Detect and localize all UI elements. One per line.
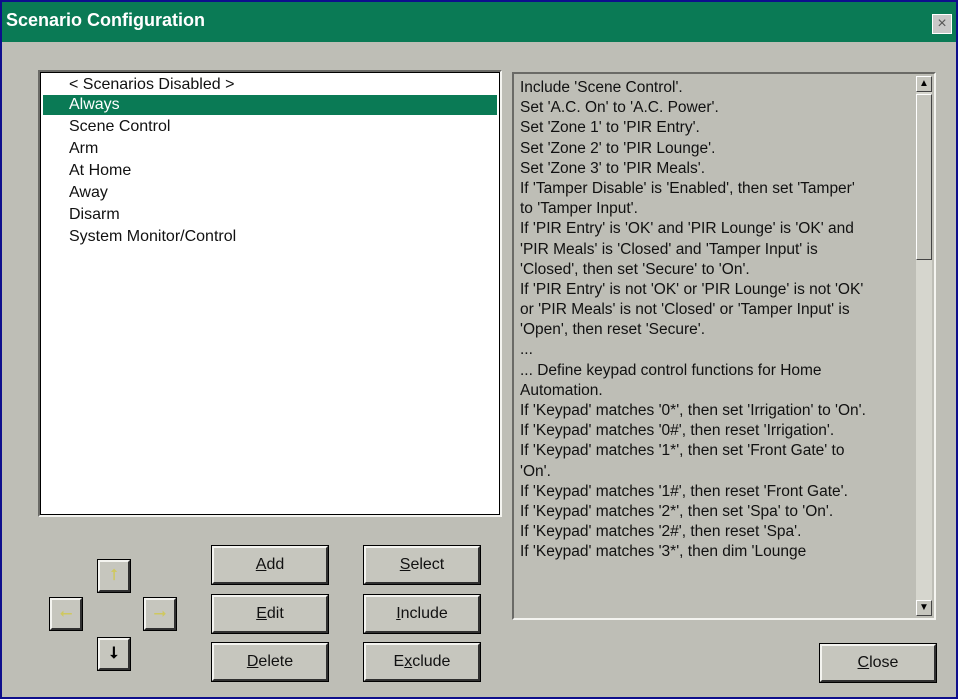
script-line: or 'PIR Meals' is not 'Closed' or 'Tampe… — [520, 301, 850, 319]
script-line: Set 'Zone 1' to 'PIR Entry'. — [520, 119, 700, 137]
script-line: 'Closed', then set 'Secure' to 'On'. — [520, 260, 750, 278]
script-line: If 'Keypad' matches '2#', then reset 'Sp… — [520, 523, 802, 541]
scenario-script-text[interactable]: Include 'Scene Control'. Set 'A.C. On' to… — [512, 72, 936, 620]
move-up-arrow-button[interactable]: ⭡ — [97, 559, 131, 593]
script-line: If 'Keypad' matches '0#', then reset 'Ir… — [520, 422, 835, 440]
script-line: If 'Keypad' matches '1#', then reset 'Fr… — [520, 482, 848, 500]
script-line: ... — [520, 341, 533, 359]
vertical-scrollbar[interactable]: ▲ ▼ — [916, 76, 932, 616]
scroll-down-icon[interactable]: ▼ — [916, 600, 932, 616]
list-item-at-home[interactable]: At Home — [43, 161, 497, 181]
list-item-system-monitor-control[interactable]: System Monitor/Control — [43, 227, 497, 247]
script-line: If 'Tamper Disable' is 'Enabled', then s… — [520, 179, 855, 197]
list-item-scenarios-disabled[interactable]: < Scenarios Disabled > — [43, 75, 497, 95]
select-button[interactable]: Select — [363, 545, 481, 585]
script-line: If 'Keypad' matches '2*', then set 'Spa'… — [520, 502, 834, 520]
move-down-arrow-button[interactable]: ⭣ — [97, 637, 131, 671]
script-line: Automation. — [520, 381, 603, 399]
scroll-thumb[interactable] — [916, 94, 932, 260]
script-line: If 'Keypad' matches '3*', then dim 'Loun… — [520, 543, 807, 561]
scenario-list[interactable]: < Scenarios Disabled > Always Scene Cont… — [38, 70, 502, 517]
script-line: 'PIR Meals' is 'Closed' and 'Tamper Inpu… — [520, 240, 818, 258]
script-line: to 'Tamper Input'. — [520, 200, 638, 218]
delete-button[interactable]: Delete — [211, 642, 329, 682]
list-item-always[interactable]: Always — [43, 95, 497, 115]
script-line: 'On'. — [520, 462, 551, 480]
exclude-button[interactable]: Exclude — [363, 642, 481, 682]
window-title: Scenario Configuration — [6, 10, 206, 30]
script-lines: Include 'Scene Control'. Set 'A.C. On' to… — [520, 78, 918, 614]
script-line: 'Open', then reset 'Secure'. — [520, 321, 706, 339]
script-line: If 'PIR Entry' is 'OK' and 'PIR Lounge' … — [520, 220, 854, 238]
add-button[interactable]: Add — [211, 545, 329, 585]
list-item-scene-control[interactable]: Scene Control — [43, 117, 497, 137]
script-line: Set 'A.C. On' to 'A.C. Power'. — [520, 99, 719, 117]
scenario-configuration-dialog: Scenario Configuration × < Scenarios Dis… — [2, 2, 956, 697]
script-line: If 'Keypad' matches '1*', then set 'Fron… — [520, 442, 845, 460]
list-item-arm[interactable]: Arm — [43, 139, 497, 159]
include-button[interactable]: Include — [363, 594, 481, 634]
close-button[interactable]: Close — [819, 643, 937, 683]
script-line: If 'PIR Entry' is not 'OK' or 'PIR Loung… — [520, 280, 864, 298]
title-close-icon[interactable]: × — [932, 14, 952, 34]
script-line: ... Define keypad control functions for … — [520, 361, 822, 379]
script-line: If 'Keypad' matches '0*', then set 'Irri… — [520, 402, 866, 419]
title-bar[interactable]: Scenario Configuration × — [2, 2, 956, 42]
script-line: Include 'Scene Control'. — [520, 79, 683, 96]
script-line: Set 'Zone 2' to 'PIR Lounge'. — [520, 139, 716, 157]
script-line: Set 'Zone 3' to 'PIR Meals'. — [520, 159, 706, 177]
move-left-arrow-button[interactable]: ⭠ — [49, 597, 83, 631]
scroll-up-icon[interactable]: ▲ — [916, 76, 932, 92]
list-item-disarm[interactable]: Disarm — [43, 205, 497, 225]
move-right-arrow-button[interactable]: ⭢ — [143, 597, 177, 631]
dialog-body: < Scenarios Disabled > Always Scene Cont… — [2, 42, 956, 697]
list-item-away[interactable]: Away — [43, 183, 497, 203]
edit-button[interactable]: Edit — [211, 594, 329, 634]
